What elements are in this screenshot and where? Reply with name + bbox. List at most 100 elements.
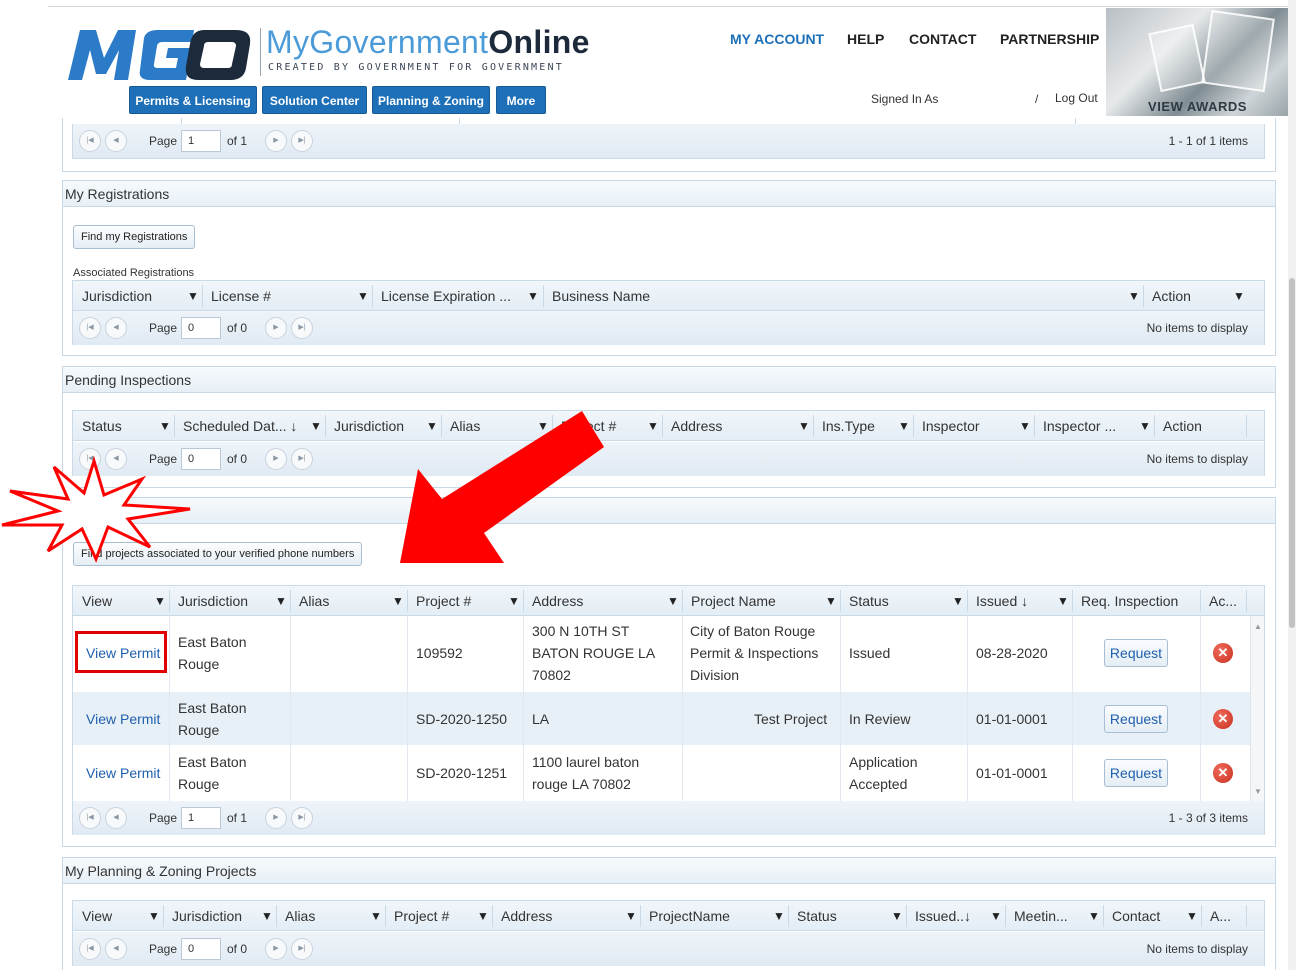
filter-icon[interactable]: ▼ [477, 901, 489, 931]
last-page-icon[interactable]: ▶| [291, 448, 313, 470]
filter-icon[interactable]: ▼ [275, 586, 287, 616]
filter-icon[interactable]: ▼ [154, 586, 166, 616]
col-view[interactable]: View ▼ [73, 901, 163, 931]
request-inspection-button[interactable]: Request [1104, 639, 1168, 667]
col-address[interactable]: Address ▼ [523, 586, 682, 616]
request-inspection-button[interactable]: Request [1104, 759, 1168, 787]
first-page-icon[interactable]: |◀ [79, 938, 101, 960]
next-page-icon[interactable]: ▶ [265, 317, 287, 339]
col-view[interactable]: View ▼ [73, 586, 169, 616]
next-page-icon[interactable]: ▶ [265, 448, 287, 470]
log-out-link[interactable]: Log Out [1055, 91, 1098, 105]
delete-icon[interactable]: ✕ [1213, 709, 1233, 729]
col-contact[interactable]: Contact ▼ [1103, 901, 1201, 931]
filter-icon[interactable]: ▼ [1128, 281, 1140, 311]
find-my-registrations-button[interactable]: Find my Registrations [73, 225, 196, 249]
col-jurisdiction[interactable]: Jurisdiction ▼ [163, 901, 276, 931]
partnership-link[interactable]: PARTNERSHIP [1000, 31, 1099, 47]
last-page-icon[interactable]: ▶| [291, 130, 313, 152]
filter-icon[interactable]: ▼ [187, 281, 199, 311]
planning-zoning-button[interactable]: Planning & Zoning [372, 86, 490, 114]
page-number-input[interactable]: 0 [181, 938, 221, 960]
prev-page-icon[interactable]: ◀ [105, 317, 127, 339]
filter-icon[interactable]: ▼ [1139, 411, 1151, 441]
filter-icon[interactable]: ▼ [825, 586, 837, 616]
page-number-input[interactable]: 1 [181, 130, 221, 152]
col-project-name[interactable]: ProjectName ▼ [640, 901, 788, 931]
permits-grid-scrollbar[interactable]: ▲ ▼ [1250, 616, 1264, 802]
next-page-icon[interactable]: ▶ [265, 807, 287, 829]
page-number-input[interactable]: 0 [181, 317, 221, 339]
col-project-number[interactable]: Project # ▼ [385, 901, 492, 931]
filter-icon[interactable]: ▼ [647, 411, 659, 441]
col-business-name[interactable]: Business Name ▼ [543, 281, 1143, 311]
delete-icon[interactable]: ✕ [1213, 763, 1233, 783]
filter-icon[interactable]: ▼ [1233, 281, 1245, 311]
filter-icon[interactable]: ▼ [1019, 411, 1031, 441]
col-status[interactable]: Status ▼ [788, 901, 906, 931]
prev-page-icon[interactable]: ◀ [105, 807, 127, 829]
first-page-icon[interactable]: |◀ [79, 807, 101, 829]
filter-icon[interactable]: ▼ [508, 586, 520, 616]
col-action[interactable]: A... [1201, 901, 1246, 931]
more-button[interactable]: More [496, 86, 546, 114]
help-link[interactable]: HELP [847, 31, 884, 47]
next-page-icon[interactable]: ▶ [265, 130, 287, 152]
col-req-inspection[interactable]: Req. Inspection [1072, 586, 1200, 616]
col-address[interactable]: Address ▼ [662, 411, 813, 441]
scroll-down-icon[interactable]: ▼ [1254, 787, 1262, 796]
filter-icon[interactable]: ▼ [148, 901, 160, 931]
col-license-number[interactable]: License # ▼ [202, 281, 372, 311]
last-page-icon[interactable]: ▶| [291, 938, 313, 960]
filter-icon[interactable]: ▼ [798, 411, 810, 441]
first-page-icon[interactable]: |◀ [79, 317, 101, 339]
col-license-expiration[interactable]: License Expiration ... ▼ [372, 281, 543, 311]
filter-icon[interactable]: ▼ [625, 901, 637, 931]
col-address[interactable]: Address ▼ [492, 901, 640, 931]
delete-icon[interactable]: ✕ [1213, 643, 1233, 663]
filter-icon[interactable]: ▼ [261, 901, 273, 931]
mgo-logo[interactable] [66, 24, 254, 82]
col-scheduled-date[interactable]: Scheduled Dat... ↓ ▼ [174, 411, 325, 441]
last-page-icon[interactable]: ▶| [291, 807, 313, 829]
next-page-icon[interactable]: ▶ [265, 938, 287, 960]
filter-icon[interactable]: ▼ [1088, 901, 1100, 931]
col-issued[interactable]: Issued..↓ ▼ [906, 901, 1005, 931]
col-ins-type[interactable]: Ins.Type ▼ [813, 411, 913, 441]
col-project-name[interactable]: Project Name ▼ [682, 586, 840, 616]
col-status[interactable]: Status ▼ [840, 586, 967, 616]
col-status[interactable]: Status ▼ [73, 411, 174, 441]
filter-icon[interactable]: ▼ [370, 901, 382, 931]
filter-icon[interactable]: ▼ [1057, 586, 1069, 616]
filter-icon[interactable]: ▼ [990, 901, 1002, 931]
filter-icon[interactable]: ▼ [1186, 901, 1198, 931]
request-inspection-button[interactable]: Request [1104, 705, 1168, 733]
col-alias[interactable]: Alias ▼ [276, 901, 385, 931]
solution-center-button[interactable]: Solution Center [262, 86, 367, 114]
col-jurisdiction[interactable]: Jurisdiction ▼ [73, 281, 202, 311]
view-permit-link[interactable]: View Permit [86, 762, 160, 784]
view-permit-link[interactable]: View Permit [86, 708, 160, 730]
filter-icon[interactable]: ▼ [392, 586, 404, 616]
col-inspector[interactable]: Inspector ▼ [913, 411, 1034, 441]
col-action[interactable]: Action ▼ [1143, 281, 1249, 311]
page-scrollbar-thumb[interactable] [1289, 278, 1295, 628]
filter-icon[interactable]: ▼ [357, 281, 369, 311]
filter-icon[interactable]: ▼ [527, 281, 539, 311]
prev-page-icon[interactable]: ◀ [105, 938, 127, 960]
col-meeting[interactable]: Meetin... ▼ [1005, 901, 1103, 931]
contact-link[interactable]: CONTACT [909, 31, 976, 47]
col-jurisdiction[interactable]: Jurisdiction ▼ [169, 586, 290, 616]
col-alias[interactable]: Alias ▼ [290, 586, 407, 616]
filter-icon[interactable]: ▼ [891, 901, 903, 931]
filter-icon[interactable]: ▼ [898, 411, 910, 441]
filter-icon[interactable]: ▼ [310, 411, 322, 441]
first-page-icon[interactable]: |◀ [79, 130, 101, 152]
filter-icon[interactable]: ▼ [773, 901, 785, 931]
scroll-up-icon[interactable]: ▲ [1254, 622, 1262, 631]
filter-icon[interactable]: ▼ [159, 411, 171, 441]
my-account-link[interactable]: MY ACCOUNT [730, 31, 824, 47]
view-awards-banner[interactable]: VIEW AWARDS [1106, 8, 1289, 116]
prev-page-icon[interactable]: ◀ [105, 130, 127, 152]
page-number-input[interactable]: 1 [181, 807, 221, 829]
